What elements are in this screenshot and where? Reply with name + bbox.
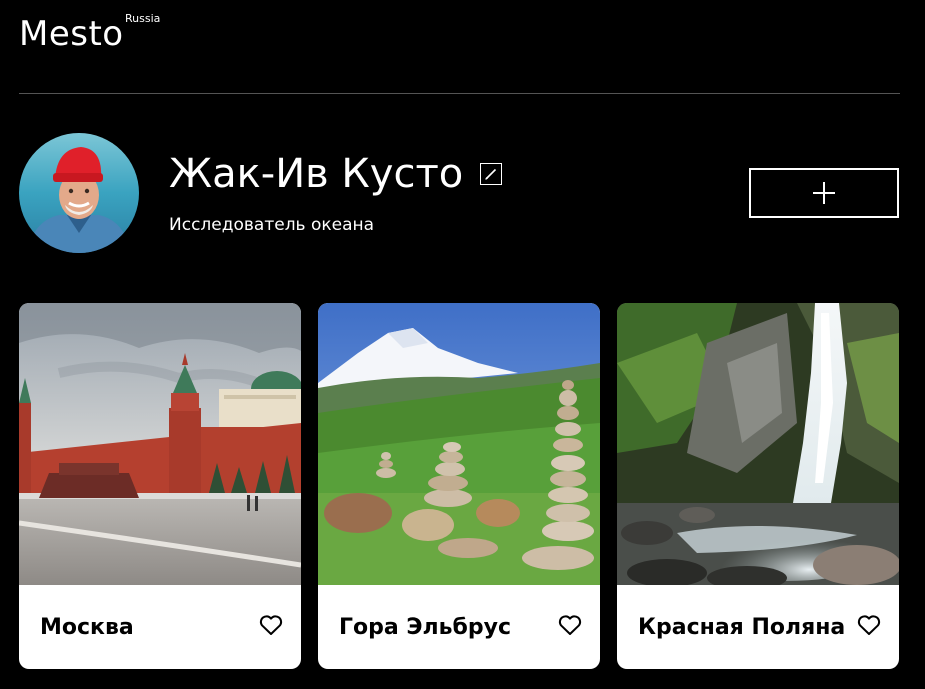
- like-button[interactable]: [558, 614, 582, 636]
- card-title: Гора Эльбрус: [339, 615, 512, 640]
- card-image-krasnaya-polyana[interactable]: [617, 303, 899, 585]
- card-image-moscow[interactable]: [19, 303, 301, 585]
- pencil-icon: [485, 168, 497, 180]
- place-card: Гора Эльбрус: [318, 303, 600, 669]
- plus-icon: [813, 182, 835, 204]
- profile-avatar[interactable]: [19, 133, 139, 253]
- place-card: Красная Поляна: [617, 303, 899, 669]
- cards-grid: Москва Гора Эльбрус Красная Поляна: [19, 303, 900, 671]
- edit-profile-button[interactable]: [480, 163, 502, 185]
- heart-outline-icon: [857, 615, 881, 635]
- card-title: Красная Поляна: [638, 615, 846, 640]
- heart-outline-icon: [259, 615, 283, 635]
- profile-job: Исследователь океана: [169, 215, 375, 235]
- place-card: Москва: [19, 303, 301, 669]
- logo-region-label: Russia: [125, 12, 161, 25]
- profile-name: Жак-Ив Кусто: [169, 151, 464, 197]
- logo: Mesto: [19, 14, 124, 54]
- add-card-button[interactable]: [749, 168, 899, 218]
- card-title: Москва: [40, 615, 134, 640]
- header: Mesto Russia: [19, 0, 900, 94]
- profile-section: Жак-Ив Кусто Исследователь океана: [19, 133, 900, 253]
- heart-outline-icon: [558, 615, 582, 635]
- card-image-elbrus[interactable]: [318, 303, 600, 585]
- like-button[interactable]: [857, 614, 881, 636]
- like-button[interactable]: [259, 614, 283, 636]
